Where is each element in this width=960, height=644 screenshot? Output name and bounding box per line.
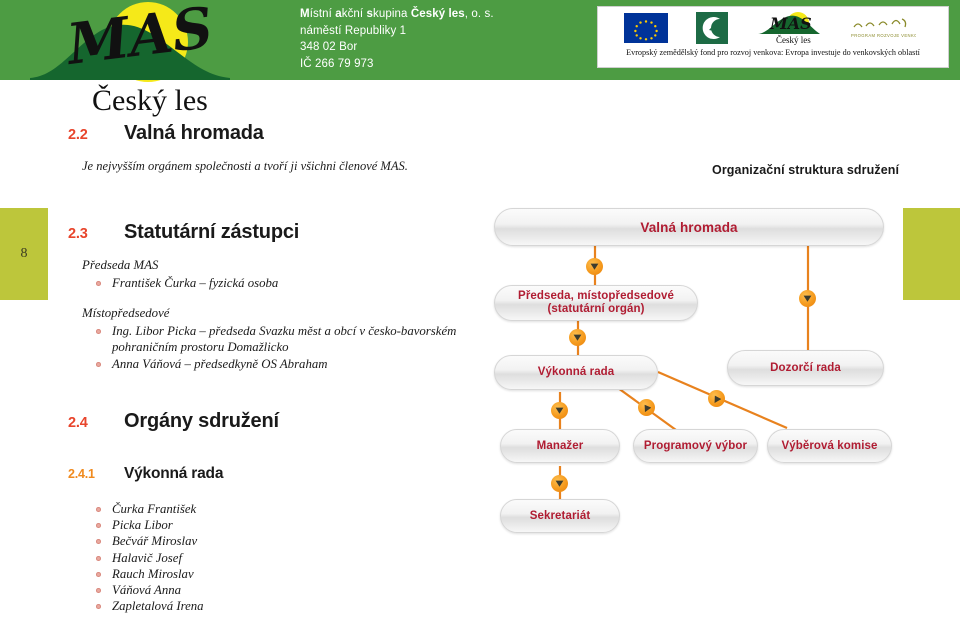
diagram-node-label: Předseda, místopředsedové xyxy=(518,290,674,302)
arrow-down-icon xyxy=(586,258,603,275)
section-title-2-2: Valná hromada xyxy=(124,122,264,144)
diagram-node-label: Výkonná rada xyxy=(537,366,615,378)
section-title-2-3: Statutární zástupci xyxy=(124,221,300,243)
section-2-4-1-member-list: Čurka František Picka Libor Bečvář Miros… xyxy=(0,501,500,614)
svg-text:Český les: Český les xyxy=(776,35,811,45)
diagram-node-predseda-mistopredsedove[interactable]: Předseda, místopředsedové (statutární or… xyxy=(494,285,698,321)
svg-text:PROGRAM ROZVOJE VENKOVA: PROGRAM ROZVOJE VENKOVA xyxy=(851,33,916,38)
list-item: Ing. Libor Picka – předseda Svazku měst … xyxy=(92,323,500,356)
section-2-3-lead-predseda: Předseda MAS xyxy=(82,258,159,272)
diagram-node-manazer[interactable]: Manažer xyxy=(500,429,620,463)
section-2-3-list-predseda: František Čurka – fyzická osoba xyxy=(0,275,500,292)
arrow-down-icon xyxy=(551,475,568,492)
eu-banner-caption: Evropský zemědělský fond pro rozvoj venk… xyxy=(626,48,920,57)
section-number-2-4: 2.4 xyxy=(68,415,88,431)
list-item: Zapletalová Irena xyxy=(92,598,500,614)
diagram-node-valna-hromada[interactable]: Valná hromada xyxy=(494,208,884,246)
arrow-diagonal-icon xyxy=(638,399,655,416)
diagram-node-label: Sekretariát xyxy=(529,509,591,522)
arrow-down-icon xyxy=(551,402,568,419)
section-number-2-2: 2.2 xyxy=(68,127,88,143)
list-item: Picka Libor xyxy=(92,517,500,533)
eu-flag-icon xyxy=(624,13,668,43)
section-2-3-lead-mistopredsedove: Místopředsedové xyxy=(82,305,170,320)
arrow-down-icon xyxy=(569,329,586,346)
mas-small-logo-icon: MAS Český les xyxy=(758,10,820,46)
section-heading-2-3: 2.3 Statutární zástupci xyxy=(0,221,500,244)
list-item: Halavič Josef xyxy=(92,550,500,566)
list-item: Čurka František xyxy=(92,501,500,517)
list-item: Anna Váňová – předsedkyně OS Abraham xyxy=(92,356,500,373)
section-2-2-intro: Je nejvyšším orgánem společnosti a tvoří… xyxy=(82,159,408,173)
section-title-2-4: Orgány sdružení xyxy=(124,410,279,432)
diagram-node-sublabel: (statutární orgán) xyxy=(547,303,645,315)
list-item: Bečvář Miroslav xyxy=(92,533,500,549)
eu-logo-row: MAS Český les PROGRAM ROZVOJE VENKOVA xyxy=(598,7,948,49)
section-title-2-4-1: Výkonná rada xyxy=(124,465,224,482)
diagram-node-label: Valná hromada xyxy=(640,219,738,235)
program-rozvoje-venkova-icon: PROGRAM ROZVOJE VENKOVA xyxy=(846,15,923,41)
section-heading-2-4: 2.4 Orgány sdružení xyxy=(0,410,500,433)
leader-leaf-icon xyxy=(696,12,728,44)
diagram-node-vykonna-rada[interactable]: Výkonná rada xyxy=(494,355,658,390)
diagram-node-label: Výběrová komise xyxy=(781,439,878,452)
arrow-down-icon xyxy=(799,290,816,307)
section-number-2-4-1: 2.4.1 xyxy=(68,467,95,481)
section-2-3-list-mistopredsedove: Ing. Libor Picka – předseda Svazku měst … xyxy=(0,323,500,373)
address-ico: IČ 266 79 973 xyxy=(300,57,374,70)
list-item: Rauch Miroslav xyxy=(92,566,500,582)
document-text-column: 2.2 Valná hromada Je nejvyšším orgánem s… xyxy=(0,80,500,614)
section-heading-2-2: 2.2 Valná hromada xyxy=(0,122,500,145)
diagram-node-dozorci-rada[interactable]: Dozorčí rada xyxy=(727,350,884,386)
section-number-2-3: 2.3 xyxy=(68,226,88,242)
page-band-right xyxy=(903,208,960,300)
org-structure-diagram: Valná hromada Předseda, místopředsedové … xyxy=(490,200,910,545)
diagram-node-vyberova-komise[interactable]: Výběrová komise xyxy=(767,429,892,463)
section-heading-2-4-1: 2.4.1 Výkonná rada xyxy=(0,465,500,483)
list-item: František Čurka – fyzická osoba xyxy=(92,275,500,292)
diagram-node-label: Manažer xyxy=(536,439,584,452)
svg-text:MAS: MAS xyxy=(769,14,812,33)
list-item: Váňová Anna xyxy=(92,582,500,598)
diagram-node-label: Dozorčí rada xyxy=(770,361,841,374)
diagram-node-programovy-vybor[interactable]: Programový výbor xyxy=(633,429,758,463)
organization-address: Místní akční skupina Český les, o. s. ná… xyxy=(300,6,494,72)
arrow-diagonal-icon xyxy=(708,390,725,407)
address-street: náměstí Republiky 1 xyxy=(300,24,407,37)
eu-funding-banner: MAS Český les PROGRAM ROZVOJE VENKOVA Ev… xyxy=(597,6,949,68)
diagram-node-label: Programový výbor xyxy=(643,439,748,452)
diagram-node-sekretariat[interactable]: Sekretariát xyxy=(500,499,620,533)
address-city: 348 02 Bor xyxy=(300,41,358,53)
diagram-title: Organizační struktura sdružení xyxy=(712,163,900,177)
